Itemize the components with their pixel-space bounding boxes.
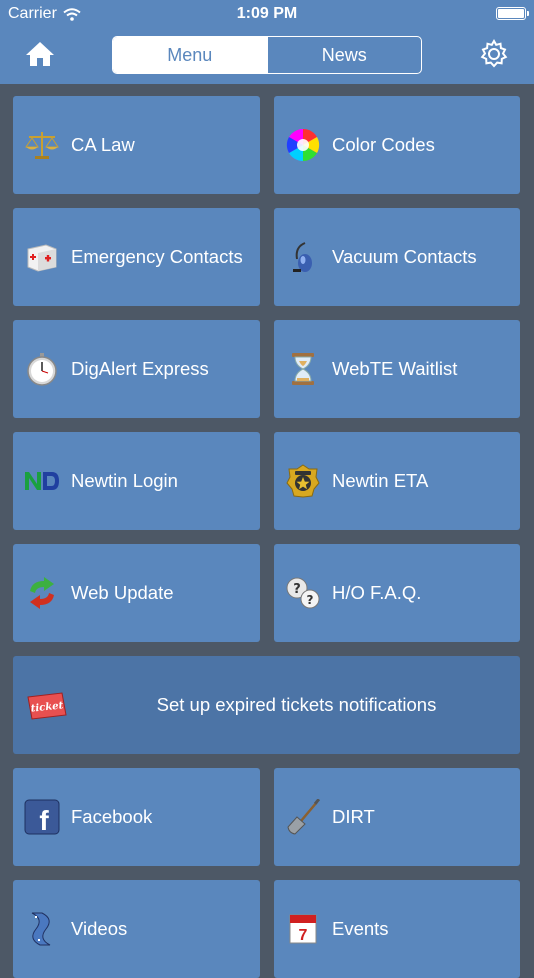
tile-label: Emergency Contacts bbox=[71, 246, 243, 267]
tile-label: Color Codes bbox=[332, 134, 435, 155]
tile-facebook[interactable]: f Facebook bbox=[13, 768, 260, 866]
tile-label: Videos bbox=[71, 918, 128, 939]
svg-text:?: ? bbox=[293, 582, 301, 597]
status-bar: Carrier 1:09 PM bbox=[0, 0, 534, 28]
tile-newtin-eta[interactable]: Newtin ETA bbox=[274, 432, 520, 530]
tile-label: Events bbox=[332, 918, 389, 939]
svg-text:?: ? bbox=[307, 593, 314, 607]
stopwatch-icon bbox=[24, 351, 60, 387]
tile-emergency-contacts[interactable]: Emergency Contacts bbox=[13, 208, 260, 306]
tile-label: Newtin ETA bbox=[332, 470, 429, 491]
film-reel-icon bbox=[24, 911, 60, 947]
status-time: 1:09 PM bbox=[236, 5, 298, 22]
tab-menu[interactable]: Menu bbox=[113, 37, 267, 73]
tile-label: CA Law bbox=[71, 134, 135, 155]
tile-vacuum-contacts[interactable]: Vacuum Contacts bbox=[274, 208, 520, 306]
tile-label: Newtin Login bbox=[71, 470, 178, 491]
tab-news[interactable]: News bbox=[266, 37, 422, 73]
tile-label: DigAlert Express bbox=[71, 358, 209, 379]
battery-icon bbox=[496, 7, 529, 20]
tile-label: Facebook bbox=[71, 806, 153, 827]
segmented-control: Menu News bbox=[112, 36, 422, 74]
nd-logo-icon bbox=[24, 463, 60, 499]
question-bubbles-icon: ? ? bbox=[285, 575, 321, 611]
facebook-icon: f bbox=[24, 799, 60, 835]
svg-text:f: f bbox=[39, 805, 49, 835]
tile-ho-faq[interactable]: ? ? H/O F.A.Q. bbox=[274, 544, 520, 642]
badge-icon bbox=[285, 463, 321, 499]
tile-color-codes[interactable]: Color Codes bbox=[274, 96, 520, 194]
tile-web-update[interactable]: Web Update bbox=[13, 544, 260, 642]
color-wheel-icon bbox=[285, 127, 321, 163]
tile-newtin-login[interactable]: Newtin Login bbox=[13, 432, 260, 530]
tile-videos[interactable]: Videos bbox=[13, 880, 260, 978]
vacuum-icon bbox=[285, 239, 321, 275]
svg-text:7: 7 bbox=[299, 927, 308, 944]
home-icon[interactable] bbox=[24, 40, 56, 68]
shovel-icon bbox=[285, 799, 321, 835]
tile-label: WebTE Waitlist bbox=[332, 358, 458, 379]
tile-label: Set up expired tickets notifications bbox=[156, 694, 437, 715]
first-aid-icon bbox=[24, 239, 60, 275]
scales-icon bbox=[24, 127, 60, 163]
tile-label: H/O F.A.Q. bbox=[332, 582, 422, 603]
hourglass-icon bbox=[285, 351, 321, 387]
tile-label: DIRT bbox=[332, 806, 375, 827]
tile-label: Vacuum Contacts bbox=[332, 246, 477, 267]
update-arrows-icon bbox=[24, 575, 60, 611]
top-bar: Carrier 1:09 PM Menu News bbox=[0, 0, 534, 84]
gear-icon[interactable] bbox=[478, 38, 510, 70]
tile-dirt[interactable]: DIRT bbox=[274, 768, 520, 866]
tile-digalert-express[interactable]: DigAlert Express bbox=[13, 320, 260, 418]
tile-label: Web Update bbox=[71, 582, 174, 603]
tile-expired-tickets-notifications[interactable]: ticket Set up expired tickets notificati… bbox=[13, 656, 520, 754]
calendar-icon: 7 bbox=[285, 911, 321, 947]
tile-events[interactable]: 7 Events bbox=[274, 880, 520, 978]
tile-ca-law[interactable]: CA Law bbox=[13, 96, 260, 194]
tile-webte-waitlist[interactable]: WebTE Waitlist bbox=[274, 320, 520, 418]
